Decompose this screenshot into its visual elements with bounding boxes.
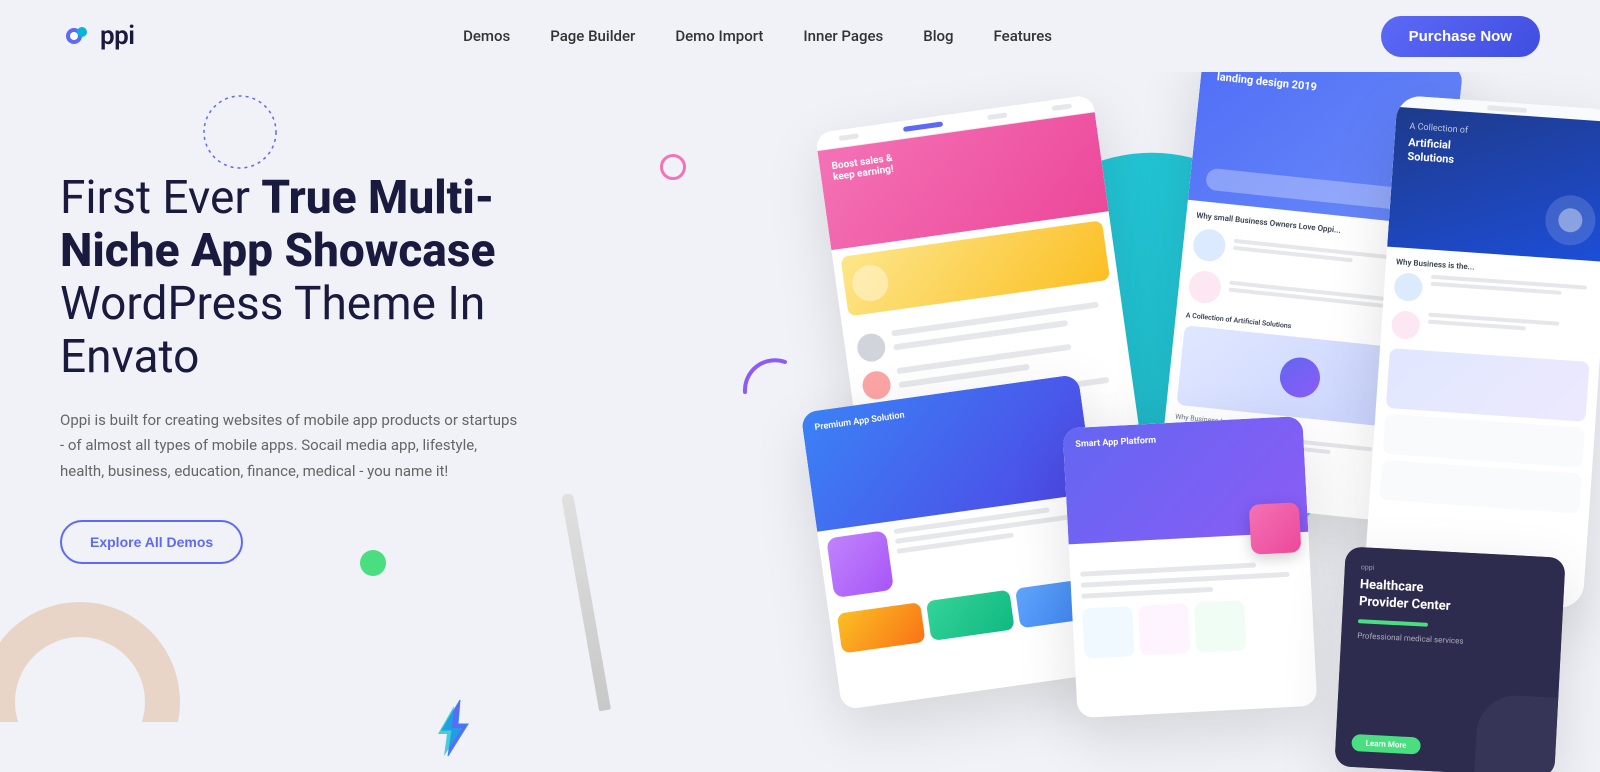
nav-blog[interactable]: Blog	[923, 27, 953, 45]
hero-description: Oppi is built for creating websites of m…	[60, 408, 520, 485]
decorative-beige-arc	[0, 602, 180, 772]
hero-section: First Ever True Multi-Niche App Showcase…	[0, 72, 1600, 772]
screenshot-card-5: A Collection of ArtificialSolutions Why …	[1363, 95, 1600, 609]
lightning-icon	[430, 698, 480, 762]
card5-header: A Collection of ArtificialSolutions	[1387, 107, 1600, 262]
purchase-now-button[interactable]: Purchase Now	[1381, 16, 1540, 57]
screenshot-card-4: Smart App Platform	[1063, 416, 1318, 718]
nav-features[interactable]: Features	[994, 27, 1052, 45]
explore-all-demos-button[interactable]: Explore All Demos	[60, 520, 243, 564]
hero-screenshots: Boost sales &keep earning!	[760, 72, 1600, 772]
card4-header: Smart App Platform	[1063, 416, 1309, 544]
logo[interactable]: ppi	[60, 18, 135, 54]
header: ppi Demos Page Builder Demo Import Inner…	[0, 0, 1600, 72]
logo-icon	[60, 18, 96, 54]
nav-demos[interactable]: Demos	[463, 27, 510, 45]
nav-inner-pages[interactable]: Inner Pages	[803, 27, 883, 45]
card5-body: Why Business is the...	[1369, 247, 1600, 525]
hero-content: First Ever True Multi-Niche App Showcase…	[60, 112, 520, 564]
logo-text: ppi	[100, 21, 135, 51]
decorative-pink-circle	[660, 154, 686, 180]
nav-demo-import[interactable]: Demo Import	[675, 27, 763, 45]
screenshot-card-6: oppi HealthcareProvider Center Professio…	[1334, 546, 1565, 772]
hero-title: First Ever True Multi-Niche App Showcase…	[60, 172, 520, 384]
main-nav: Demos Page Builder Demo Import Inner Pag…	[463, 27, 1052, 45]
pencil-decoration	[561, 493, 611, 712]
nav-page-builder[interactable]: Page Builder	[550, 27, 635, 45]
